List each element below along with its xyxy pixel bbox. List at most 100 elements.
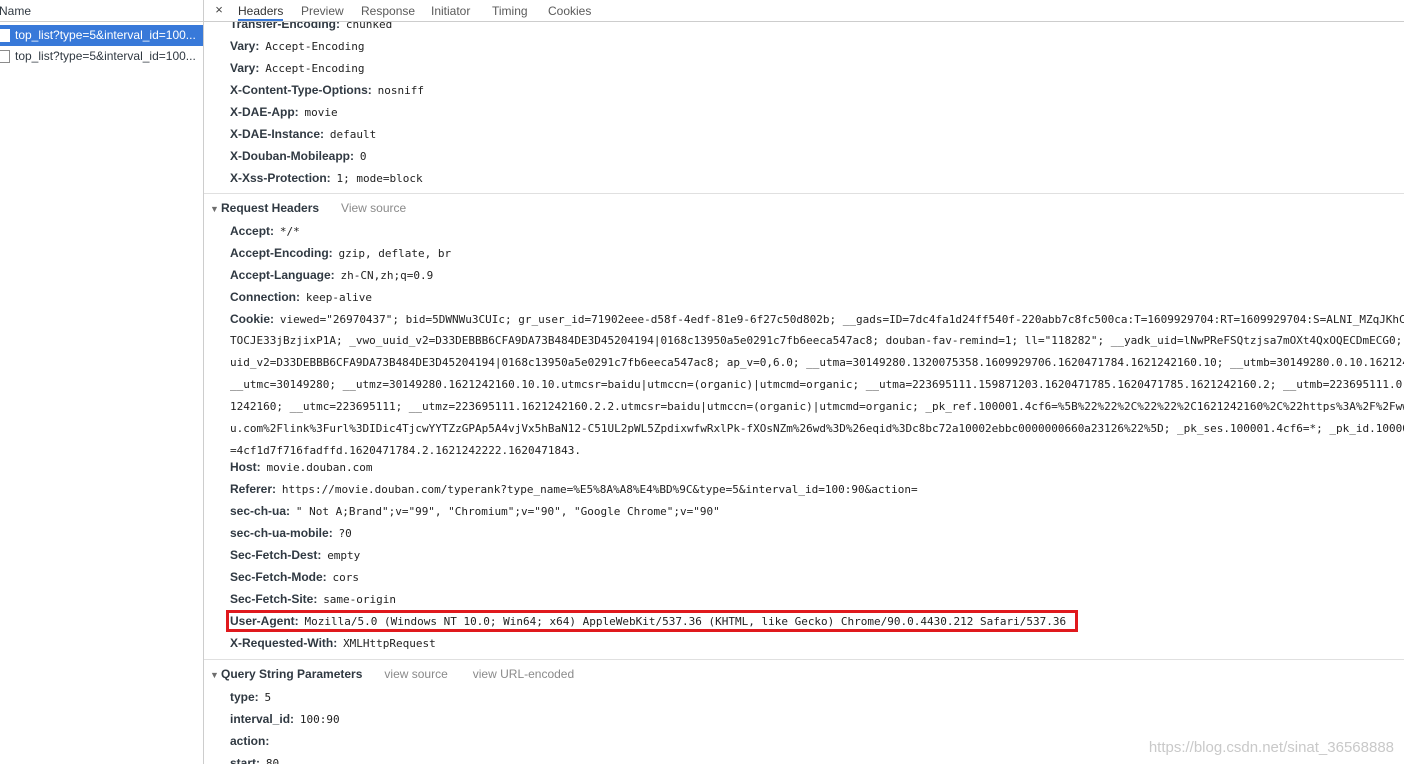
header-value: movie.douban.com	[266, 461, 373, 474]
section-divider	[204, 659, 1404, 660]
watermark-text: https://blog.csdn.net/sinat_36568888	[1148, 739, 1394, 756]
header-key: Cookie:	[230, 312, 275, 326]
header-value: zh-CN,zh;q=0.9	[340, 269, 434, 282]
request-headers-section: ▼ Request Headers View source	[210, 196, 406, 220]
request-header-row: Accept-Encoding: gzip, deflate, br	[230, 242, 451, 264]
request-header-row: Sec-Fetch-Mode: cors	[230, 566, 359, 588]
request-header-row: Connection: keep-alive	[230, 286, 372, 308]
request-row[interactable]: top_list?type=5&interval_id=100...	[0, 46, 203, 67]
header-key: X-Xss-Protection:	[230, 171, 331, 185]
response-header-row: X-Content-Type-Options: nosniff	[230, 79, 424, 101]
section-title[interactable]: Request Headers	[221, 201, 319, 215]
collapse-triangle-icon[interactable]: ▼	[210, 197, 221, 221]
param-value: 100:90	[299, 713, 340, 726]
tab-preview[interactable]: Preview	[301, 0, 344, 21]
file-icon	[0, 29, 10, 42]
header-key: Accept:	[230, 224, 275, 238]
header-key: Accept-Language:	[230, 268, 335, 282]
header-value: default	[329, 128, 377, 141]
header-key: sec-ch-ua-mobile:	[230, 526, 333, 540]
header-key: Sec-Fetch-Dest:	[230, 548, 322, 562]
header-value: same-origin	[323, 593, 397, 606]
name-column-header[interactable]: Name	[0, 0, 203, 22]
request-row-label: top_list?type=5&interval_id=100...	[15, 28, 196, 42]
response-header-row: X-DAE-Instance: default	[230, 123, 376, 145]
request-header-row: Accept-Language: zh-CN,zh;q=0.9	[230, 264, 433, 286]
header-value: ?0	[338, 527, 352, 540]
tab-headers[interactable]: Headers	[238, 0, 284, 21]
cookie-continuation-line: u.com%2Flink%3Furl%3DIDic4TjcwYYTZzGPAp5…	[230, 422, 1404, 435]
param-key: action:	[230, 734, 270, 748]
header-key: X-Requested-With:	[230, 636, 338, 650]
file-icon	[0, 50, 10, 63]
cookie-continuation-line: __utmc=30149280; __utmz=30149280.1621242…	[230, 378, 1404, 391]
header-key: X-DAE-App:	[230, 105, 299, 119]
query-param-row: action:	[230, 730, 271, 752]
headers-detail-pane: Transfer-Encoding: chunked Vary: Accept-…	[204, 22, 1404, 764]
response-header-row: X-Xss-Protection: 1; mode=block	[230, 167, 423, 189]
request-header-row: Host: movie.douban.com	[230, 456, 372, 478]
request-header-row-cookie: Cookie: viewed="26970437"; bid=5DWNWu3CU…	[230, 308, 1404, 330]
request-header-row: Sec-Fetch-Site: same-origin	[230, 588, 396, 610]
header-value: cors	[332, 571, 360, 584]
query-param-row: interval_id: 100:90	[230, 708, 340, 730]
user-agent-highlight-box	[226, 610, 1078, 632]
header-value: nosniff	[377, 84, 424, 97]
param-value: 5	[264, 691, 272, 704]
query-params-section: ▼ Query String Parameters view source view …	[210, 662, 574, 686]
header-value: chunked	[345, 22, 393, 31]
tab-response[interactable]: Response	[361, 0, 415, 21]
header-key: Referer:	[230, 482, 277, 496]
header-key: Sec-Fetch-Mode:	[230, 570, 327, 584]
cookie-continuation-line: TOCJE33jBzjixP1A; _vwo_uuid_v2=D33DEBBB6…	[230, 334, 1403, 347]
view-source-link[interactable]: view source	[384, 667, 447, 681]
header-value: empty	[327, 549, 361, 562]
response-header-row: Vary: Accept-Encoding	[230, 57, 365, 79]
header-key: Connection:	[230, 290, 300, 304]
tab-timing[interactable]: Timing	[492, 0, 528, 21]
header-value: Accept-Encoding	[265, 62, 365, 75]
request-header-row: sec-ch-ua: " Not A;Brand";v="99", "Chrom…	[230, 500, 720, 522]
request-header-row: Referer: https://movie.douban.com/typera…	[230, 478, 918, 500]
view-source-link[interactable]: View source	[341, 201, 406, 215]
request-header-row: Accept: */*	[230, 220, 300, 242]
header-value: viewed="26970437"; bid=5DWNWu3CUIc; gr_u…	[279, 313, 1404, 326]
tab-cookies[interactable]: Cookies	[548, 0, 591, 21]
header-value: XMLHttpRequest	[343, 637, 436, 650]
header-key: Sec-Fetch-Site:	[230, 592, 318, 606]
close-icon[interactable]: ×	[213, 1, 225, 19]
view-url-encoded-link[interactable]: view URL-encoded	[473, 667, 574, 681]
header-key: Host:	[230, 460, 261, 474]
header-key: Accept-Encoding:	[230, 246, 333, 260]
header-key: Vary:	[230, 61, 260, 75]
response-header-row: Transfer-Encoding: chunked	[230, 22, 392, 35]
param-value: 80	[265, 757, 280, 764]
header-key: X-DAE-Instance:	[230, 127, 325, 141]
request-row-label: top_list?type=5&interval_id=100...	[15, 49, 196, 63]
response-header-row: X-Douban-Mobileapp: 0	[230, 145, 366, 167]
cookie-continuation-line: uid_v2=D33DEBBB6CFA9DA73B484DE3D45204194…	[230, 356, 1404, 369]
request-list-pane: Name top_list?type=5&interval_id=100... …	[0, 0, 204, 764]
param-key: type:	[230, 690, 259, 704]
collapse-triangle-icon[interactable]: ▼	[210, 663, 221, 687]
header-value: keep-alive	[305, 291, 373, 304]
header-value: 0	[359, 150, 367, 163]
section-title[interactable]: Query String Parameters	[221, 667, 362, 681]
header-key: Transfer-Encoding:	[230, 22, 341, 31]
detail-tab-bar: × Headers Preview Response Initiator Tim…	[204, 0, 1404, 22]
request-row-selected[interactable]: top_list?type=5&interval_id=100...	[0, 25, 203, 46]
header-value: Accept-Encoding	[265, 40, 365, 53]
param-key: start:	[230, 756, 261, 764]
cookie-continuation-line: 1242160; __utmc=223695111; __utmz=223695…	[230, 400, 1404, 413]
response-header-row: X-DAE-App: movie	[230, 101, 338, 123]
section-divider	[204, 193, 1404, 194]
request-header-row: Sec-Fetch-Dest: empty	[230, 544, 360, 566]
header-value: 1; mode=block	[336, 172, 423, 185]
request-header-row: sec-ch-ua-mobile: ?0	[230, 522, 352, 544]
tab-initiator[interactable]: Initiator	[431, 0, 470, 21]
param-key: interval_id:	[230, 712, 295, 726]
header-key: Vary:	[230, 39, 260, 53]
header-value: movie	[304, 106, 338, 119]
response-header-row: Vary: Accept-Encoding	[230, 35, 365, 57]
header-key: X-Content-Type-Options:	[230, 83, 372, 97]
